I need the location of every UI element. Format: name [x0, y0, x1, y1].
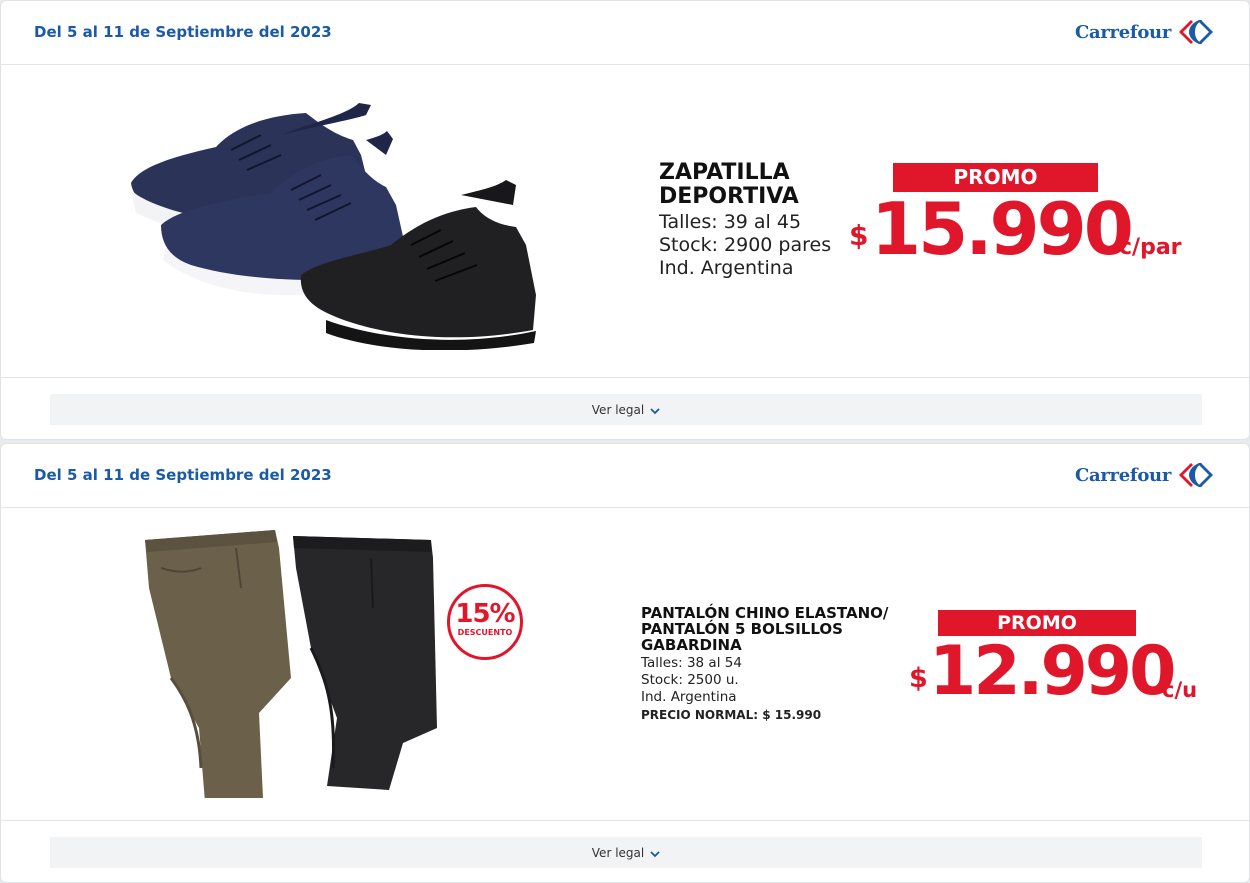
product-details: Talles: 39 al 45 Stock: 2900 pares Ind. …: [659, 211, 831, 280]
offer-date: Del 5 al 11 de Septiembre del 2023: [34, 466, 332, 484]
sneakers-image: [131, 103, 536, 350]
price-amount: 15.990: [871, 187, 1134, 271]
product-title-line: PANTALÓN CHINO ELASTANO/: [641, 604, 889, 622]
carrefour-mark-icon: [1179, 20, 1213, 44]
product-title-line: ZAPATILLA: [659, 160, 790, 185]
offer-card-sneakers: Del 5 al 11 de Septiembre del 2023 Carre…: [0, 0, 1250, 440]
product-origin: Ind. Argentina: [659, 257, 794, 279]
price-currency: $: [849, 219, 869, 252]
product-title: ZAPATILLA DEPORTIVA: [659, 160, 799, 210]
carrefour-mark-icon: [1179, 463, 1213, 487]
discount-label: DESCUENTO: [457, 628, 513, 637]
pants-image: [145, 530, 437, 798]
product-stock: Stock: 2900 pares: [659, 234, 832, 256]
ver-legal-label: Ver legal: [591, 845, 645, 860]
product-details: Talles: 38 al 54 Stock: 2500 u. Ind. Arg…: [641, 655, 821, 724]
carrefour-logo: Carrefour: [1075, 462, 1215, 488]
offer-body: ZAPATILLA DEPORTIVA Talles: 39 al 45 Sto…: [1, 65, 1249, 378]
product-title: PANTALÓN CHINO ELASTANO/ PANTALÓN 5 BOLS…: [641, 605, 888, 653]
price: $ 12.990 c/u: [909, 632, 1209, 716]
product-title-line: DEPORTIVA: [659, 184, 799, 210]
offer-card-pants: Del 5 al 11 de Septiembre del 2023 Carre…: [0, 443, 1250, 883]
brand-name: Carrefour: [1074, 464, 1171, 486]
normal-price: PRECIO NORMAL: $ 15.990: [641, 708, 822, 722]
offer-body: 15% DESCUENTO PANTALÓN CHINO ELASTANO/ P…: [1, 508, 1249, 821]
product-title-line: PANTALÓN 5 BOLSILLOS: [641, 620, 843, 638]
carrefour-logo: Carrefour: [1075, 19, 1215, 45]
ver-legal-label: Ver legal: [591, 402, 645, 417]
product-sizes: Talles: 38 al 54: [641, 655, 742, 671]
price-unit: c/u: [1162, 678, 1198, 702]
product-title-line: GABARDINA: [641, 636, 742, 654]
discount-badge: 15% DESCUENTO: [447, 584, 523, 660]
price-currency: $: [909, 663, 928, 694]
price-unit: c/par: [1119, 235, 1182, 260]
offer-header: Del 5 al 11 de Septiembre del 2023 Carre…: [1, 444, 1249, 508]
offer-header: Del 5 al 11 de Septiembre del 2023 Carre…: [1, 1, 1249, 65]
ver-legal-toggle[interactable]: Ver legal: [50, 837, 1202, 868]
price: $ 15.990 c/par: [849, 187, 1189, 271]
ver-legal-toggle[interactable]: Ver legal: [50, 394, 1202, 425]
chevron-down-icon: [650, 407, 660, 414]
product-sizes: Talles: 39 al 45: [659, 211, 802, 233]
brand-name: Carrefour: [1074, 21, 1171, 43]
offer-date: Del 5 al 11 de Septiembre del 2023: [34, 23, 332, 41]
discount-percent: 15%: [455, 599, 515, 629]
product-origin: Ind. Argentina: [641, 689, 737, 705]
chevron-down-icon: [650, 850, 660, 857]
product-stock: Stock: 2500 u.: [641, 672, 739, 688]
price-amount: 12.990: [929, 632, 1176, 711]
